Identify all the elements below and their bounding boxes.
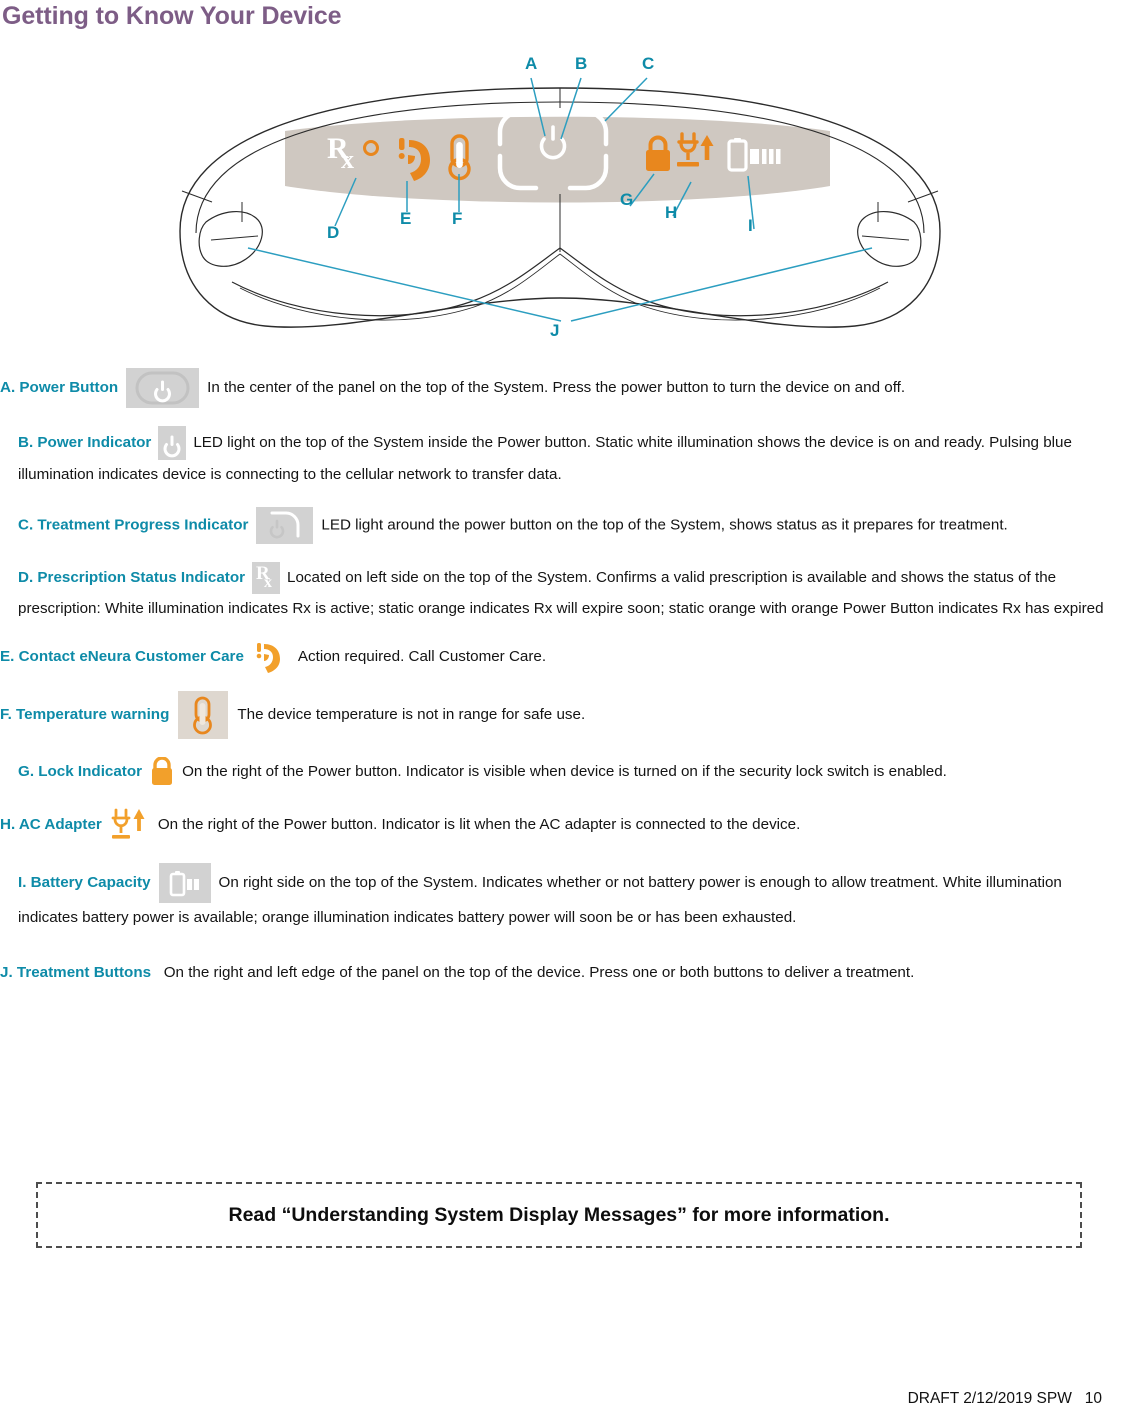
- information-callout-text: Read “Understanding System Display Messa…: [228, 1203, 890, 1226]
- entry-f-text: The device temperature is not in range f…: [237, 706, 586, 724]
- treatment-button-right: [857, 211, 922, 267]
- document-page: Getting to Know Your Device R x A B C D …: [0, 0, 1124, 1422]
- treatment-button-left: [198, 211, 263, 267]
- callout-letter-A: A: [525, 54, 538, 73]
- page-footer: DRAFT 2/12/2019 SPW 10: [907, 1390, 1102, 1407]
- entry-j-treatment-buttons: J. Treatment Buttons On the right and le…: [0, 958, 1124, 987]
- leader-J-left: [247, 247, 562, 322]
- entry-c-label: C. Treatment Progress Indicator: [18, 516, 249, 534]
- device-feature-list: A. Power Button In the center of the pan…: [0, 368, 1124, 1001]
- battery-boxed-icon: [158, 863, 211, 903]
- callout-letter-I: I: [748, 216, 753, 235]
- callout-letter-J: J: [550, 321, 560, 340]
- entry-i-battery-capacity: I. Battery Capacity On right side on the…: [0, 863, 1124, 932]
- thermometer-boxed-icon: [178, 691, 229, 739]
- power-button-boxed-icon: [126, 368, 200, 408]
- entry-g-label: G. Lock Indicator: [18, 763, 143, 781]
- entry-h-text: On the right of the Power button. Indica…: [157, 816, 801, 834]
- entry-g-lock-indicator: G. Lock Indicator On the right of the Po…: [0, 757, 1124, 787]
- entry-b-power-indicator: B. Power Indicator LED light on the top …: [0, 426, 1124, 489]
- callout-letter-C: C: [642, 54, 655, 73]
- entry-h-label: H. AC Adapter: [0, 816, 102, 834]
- phone-alert-icon: [256, 641, 286, 673]
- svg-text:x: x: [341, 145, 354, 174]
- entry-i-label: I. Battery Capacity: [18, 874, 151, 892]
- entry-e-label: E. Contact eNeura Customer Care: [0, 648, 244, 666]
- ac-adapter-icon: [110, 805, 150, 845]
- treatment-button-right-crease: [861, 235, 910, 241]
- entry-g-text: On the right of the Power button. Indica…: [182, 763, 947, 781]
- entry-a-label: A. Power Button: [0, 379, 119, 397]
- rx-boxed-icon: R x: [252, 562, 281, 594]
- device-nose-bridge-inner: [239, 253, 881, 321]
- entry-a-text: In the center of the panel on the top of…: [207, 379, 906, 397]
- callout-letter-G: G: [620, 190, 634, 209]
- device-nose-bridge: [231, 247, 889, 317]
- callout-letter-H: H: [665, 203, 678, 222]
- entry-b-label: B. Power Indicator: [18, 434, 152, 452]
- entry-j-text: On the right and left edge of the panel …: [163, 964, 915, 981]
- entry-d-label: D. Prescription Status Indicator: [18, 569, 246, 587]
- power-indicator-boxed-icon: [158, 426, 187, 460]
- entry-j-label: J. Treatment Buttons: [0, 964, 152, 981]
- entry-h-ac-adapter: H. AC Adapter On the right of the Power …: [0, 805, 1124, 845]
- callout-letter-D: D: [327, 223, 340, 242]
- entry-e-text: Action required. Call Customer Care.: [297, 648, 547, 666]
- device-diagram: R x A B C D E F G H I J: [0, 26, 1124, 340]
- entry-c-text: LED light around the power button on the…: [321, 516, 1008, 534]
- callout-letter-E: E: [400, 209, 412, 228]
- entry-f-label: F. Temperature warning: [0, 706, 170, 724]
- control-panel-band: [285, 116, 830, 203]
- device-outline-group: [179, 87, 941, 328]
- svg-text:x: x: [264, 574, 272, 591]
- leader-J-right: [570, 247, 873, 322]
- treatment-button-left-crease: [210, 235, 259, 241]
- callout-letter-F: F: [452, 209, 463, 228]
- entry-f-temperature-warning: F. Temperature warning The device temper…: [0, 691, 1124, 739]
- entry-c-treatment-progress: C. Treatment Progress Indicator LED ligh…: [0, 507, 1124, 544]
- lock-icon: [150, 757, 174, 787]
- leader-C: [604, 77, 648, 122]
- entry-d-prescription-status: D. Prescription Status Indicator R x Loc…: [0, 562, 1124, 623]
- callout-letter-B: B: [575, 54, 588, 73]
- information-callout-box: Read “Understanding System Display Messa…: [36, 1182, 1082, 1248]
- treatment-progress-boxed-icon: [256, 507, 314, 544]
- entry-a-power-button: A. Power Button In the center of the pan…: [0, 368, 1124, 408]
- entry-e-contact-customer-care: E. Contact eNeura Customer Care Action r…: [0, 641, 1124, 673]
